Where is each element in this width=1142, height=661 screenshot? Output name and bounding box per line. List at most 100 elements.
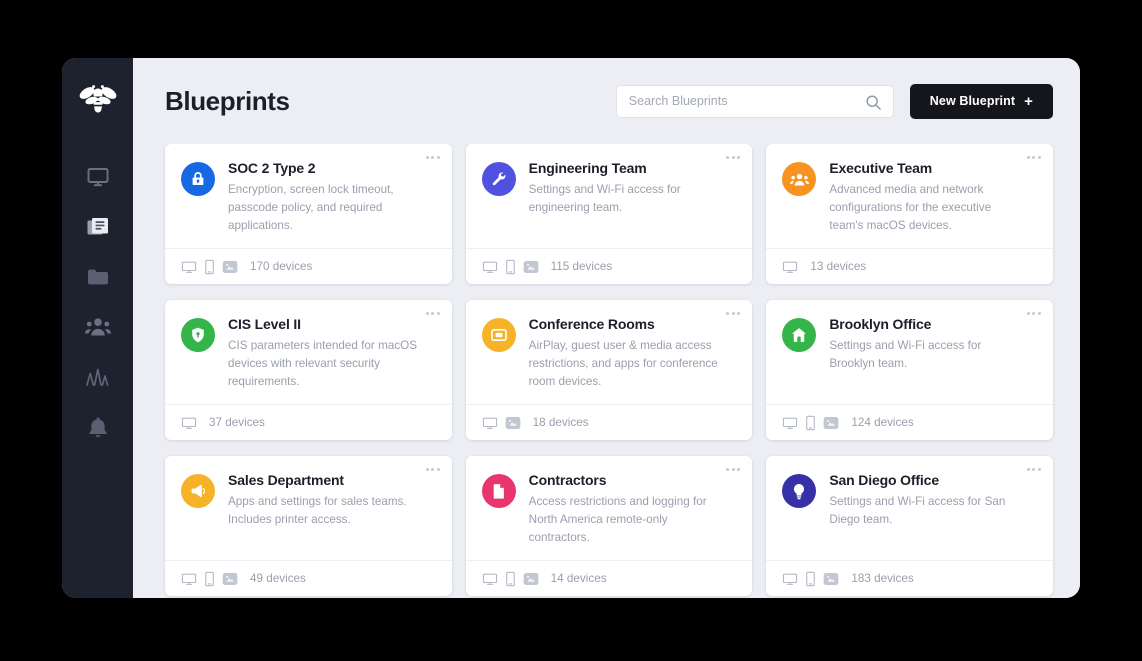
lock-icon <box>181 162 215 196</box>
topbar: Blueprints New Blueprint + <box>133 58 1080 144</box>
device-count: 13 devices <box>810 260 867 273</box>
dot <box>737 312 741 315</box>
home-icon <box>782 318 817 352</box>
sidebar-item-activity[interactable] <box>75 362 121 392</box>
phone-icon <box>505 259 516 275</box>
blueprints-scroll-area[interactable]: SOC 2 Type 2 Encryption, screen lock time… <box>133 144 1080 598</box>
blueprint-icon <box>86 215 110 239</box>
monitor-icon <box>181 259 197 275</box>
blueprint-card[interactable]: SOC 2 Type 2 Encryption, screen lock time… <box>165 144 452 284</box>
card-text: Executive Team Advanced media and network… <box>829 160 1037 236</box>
device-count: 170 devices <box>250 260 313 273</box>
blueprint-card[interactable]: Contractors Access restrictions and loggi… <box>465 456 753 596</box>
dot <box>1026 156 1030 159</box>
card-title: Conference Rooms <box>528 316 655 332</box>
card-title: SOC 2 Type 2 <box>228 160 316 176</box>
monitor-icon <box>482 415 498 431</box>
topbar-actions: New Blueprint + <box>615 83 1053 119</box>
search-box[interactable] <box>615 84 894 118</box>
sidebar <box>62 58 133 598</box>
megaphone-icon <box>181 474 215 508</box>
wrench-icon <box>481 162 516 196</box>
dot <box>731 468 735 471</box>
card-body: Conference Rooms AirPlay, guest user & me… <box>466 300 753 404</box>
analytics-icon <box>85 366 111 388</box>
card-inner: CIS Level II CIS parameters intended for … <box>165 300 452 440</box>
plus-icon: + <box>1024 92 1033 110</box>
dot <box>1032 156 1036 159</box>
device-count: 183 devices <box>851 572 914 585</box>
dot <box>731 156 735 159</box>
card-overflow-menu-button[interactable] <box>1026 468 1041 471</box>
card-overflow-menu-button[interactable] <box>726 468 741 471</box>
card-overflow-menu-button[interactable] <box>1026 156 1041 159</box>
card-title: Engineering Team <box>528 160 647 176</box>
card-text: Brooklyn Office Settings and Wi-Fi access… <box>829 316 1037 392</box>
card-footer: 18 devices <box>465 404 753 440</box>
card-overflow-menu-button[interactable] <box>726 312 741 315</box>
card-inner: Contractors Access restrictions and loggi… <box>465 456 753 596</box>
monitor-icon <box>782 571 798 587</box>
dot <box>737 468 741 471</box>
dot <box>431 156 435 159</box>
card-title: Executive Team <box>829 160 933 176</box>
dot <box>1032 312 1036 315</box>
users-icon <box>782 162 817 196</box>
monitor-icon <box>782 415 798 431</box>
tv-icon <box>222 260 238 274</box>
card-overflow-menu-button[interactable] <box>425 156 440 159</box>
sidebar-item-devices[interactable] <box>75 162 121 192</box>
page-title: Blueprints <box>165 85 290 116</box>
card-description: CIS parameters intended for macOS device… <box>228 339 418 388</box>
card-overflow-menu-button[interactable] <box>425 312 440 315</box>
card-title: CIS Level II <box>228 316 301 332</box>
card-description: Settings and Wi-Fi access for Brooklyn t… <box>829 339 982 370</box>
card-footer: 170 devices <box>165 248 452 284</box>
dot <box>1037 156 1041 159</box>
new-blueprint-label: New Blueprint <box>929 94 1016 108</box>
dot <box>425 468 429 471</box>
sidebar-item-blueprints[interactable] <box>75 212 121 242</box>
card-inner: Conference Rooms AirPlay, guest user & me… <box>465 300 753 440</box>
search-input[interactable] <box>628 94 881 108</box>
card-description: Encryption, screen lock timeout, passcod… <box>228 183 394 232</box>
card-overflow-menu-button[interactable] <box>1026 312 1041 315</box>
phone-icon <box>204 259 215 275</box>
bee-logo-icon[interactable] <box>75 78 121 124</box>
sidebar-item-users[interactable] <box>75 312 121 342</box>
blueprint-card[interactable]: San Diego Office Settings and Wi-Fi acces… <box>766 456 1053 596</box>
card-footer: 14 devices <box>465 560 753 596</box>
monitor-icon <box>482 571 498 587</box>
blueprint-card[interactable]: Executive Team Advanced media and network… <box>766 144 1053 284</box>
lightbulb-icon <box>782 474 817 508</box>
card-description: Advanced media and network configuration… <box>829 183 992 232</box>
card-body: Contractors Access restrictions and loggi… <box>466 456 753 560</box>
blueprint-card[interactable]: Engineering Team Settings and Wi-Fi acces… <box>465 144 753 284</box>
blueprint-card[interactable]: Conference Rooms AirPlay, guest user & me… <box>465 300 753 440</box>
blueprint-card[interactable]: CIS Level II CIS parameters intended for … <box>165 300 452 440</box>
tv-icon <box>523 260 539 274</box>
sidebar-item-alerts[interactable] <box>75 412 121 442</box>
blueprint-card[interactable]: Sales Department Apps and settings for sa… <box>165 456 452 596</box>
dot <box>726 156 730 159</box>
card-footer: 49 devices <box>165 560 452 596</box>
dot <box>1037 312 1041 315</box>
card-title: Brooklyn Office <box>829 316 932 332</box>
tv-icon <box>505 416 521 430</box>
dot <box>731 312 735 315</box>
card-overflow-menu-button[interactable] <box>425 468 440 471</box>
card-text: Sales Department Apps and settings for sa… <box>228 472 436 548</box>
tv-icon <box>823 572 839 586</box>
card-description: Access restrictions and logging for Nort… <box>528 495 707 544</box>
dot <box>726 312 730 315</box>
blueprint-card[interactable]: Brooklyn Office Settings and Wi-Fi access… <box>766 300 1053 440</box>
card-body: San Diego Office Settings and Wi-Fi acces… <box>766 456 1053 560</box>
new-blueprint-button[interactable]: New Blueprint + <box>909 83 1053 119</box>
device-count: 14 devices <box>550 572 607 585</box>
search-icon[interactable] <box>865 94 882 116</box>
tv-icon <box>823 416 839 430</box>
dot <box>1026 468 1030 471</box>
card-overflow-menu-button[interactable] <box>726 156 741 159</box>
card-body: Brooklyn Office Settings and Wi-Fi access… <box>766 300 1053 404</box>
sidebar-item-library[interactable] <box>75 262 121 292</box>
